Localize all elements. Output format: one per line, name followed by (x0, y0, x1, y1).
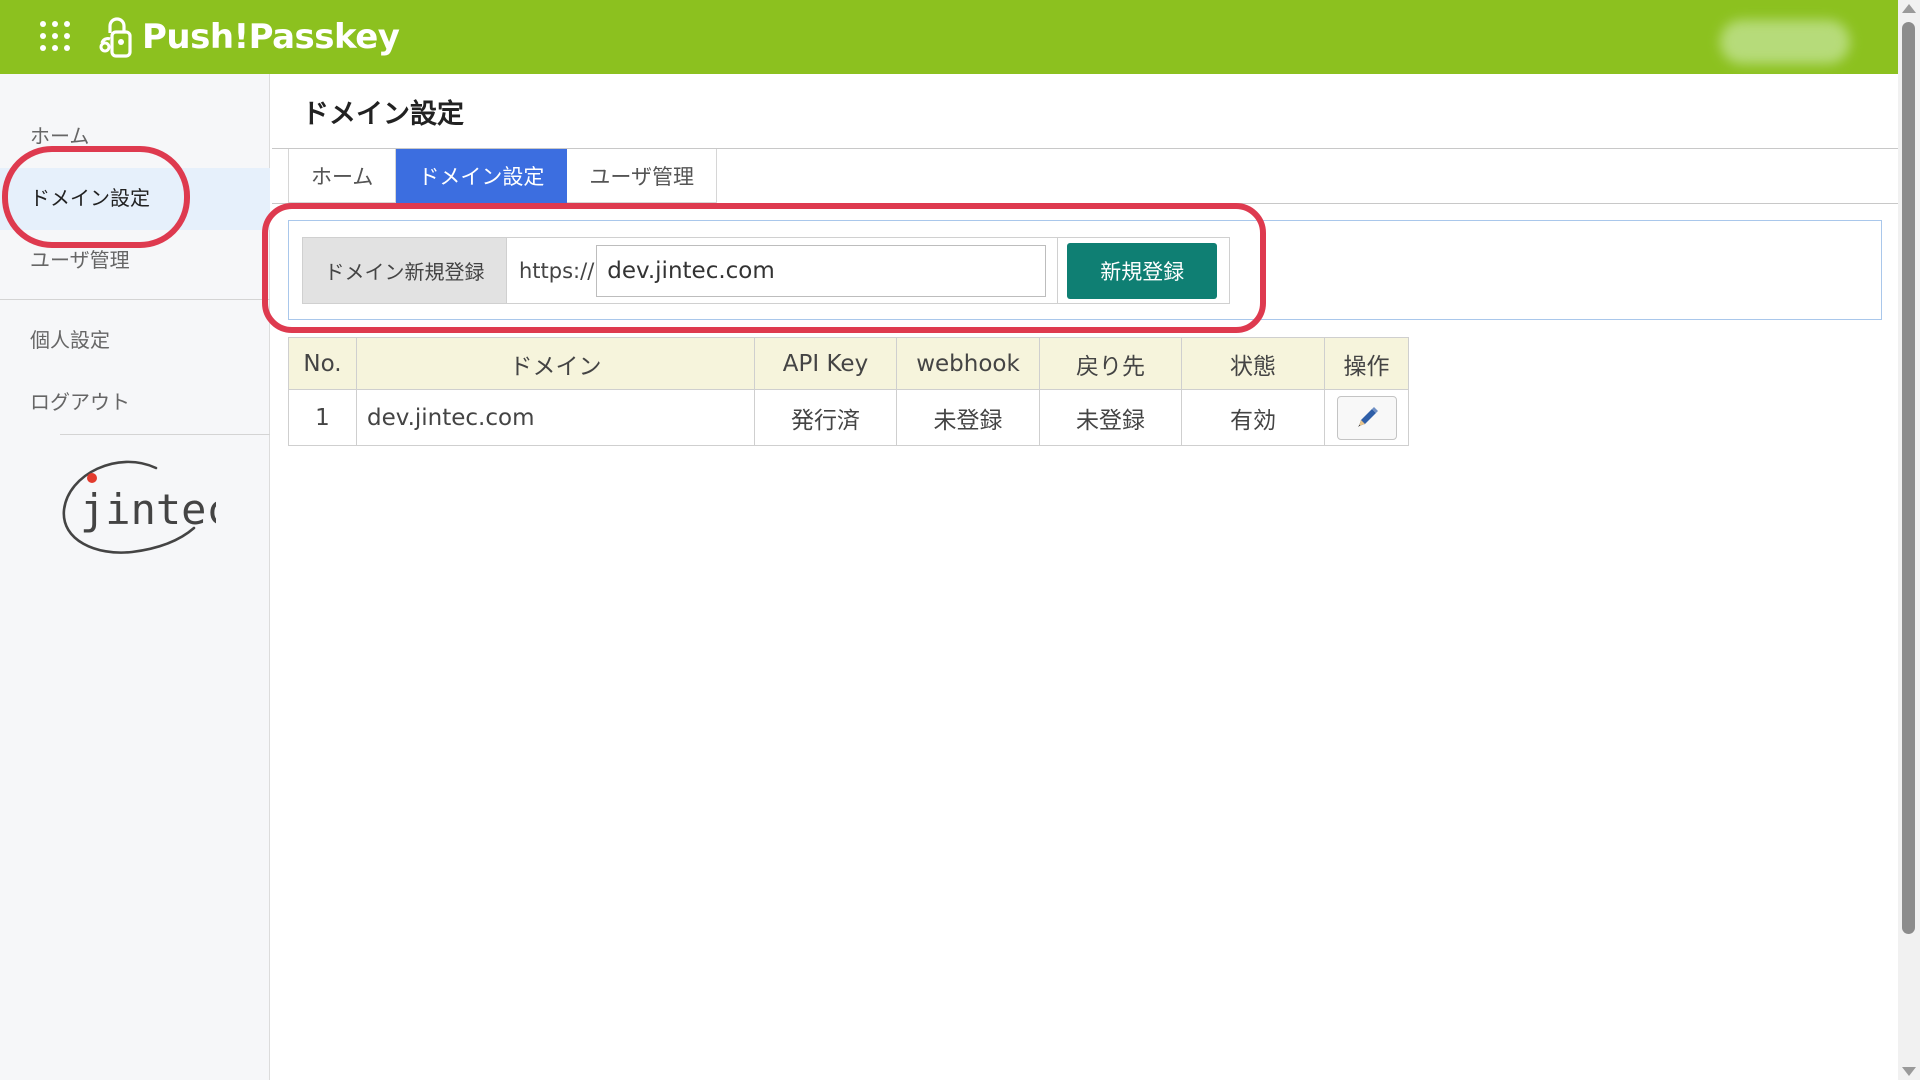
column-header-actions: 操作 (1324, 337, 1409, 390)
app-name: Push!Passkey (142, 17, 400, 57)
tab-home[interactable]: ホーム (288, 149, 397, 203)
table-header-row: No. ドメイン API Key webhook 戻り先 状態 操作 (288, 337, 1409, 390)
sidebar-item-home[interactable]: ホーム (30, 120, 89, 149)
column-header-domain: ドメイン (356, 337, 755, 390)
register-button[interactable]: 新規登録 (1067, 242, 1218, 299)
sidebar-divider (60, 434, 270, 435)
brand-logo[interactable]: Push!Passkey (96, 12, 400, 62)
cell-return-to: 未登録 (1039, 389, 1182, 446)
column-header-return-to: 戻り先 (1039, 337, 1182, 390)
scrollbar-thumb[interactable] (1902, 22, 1915, 934)
tab-bar: ホーム ドメイン設定 ユーザ管理 (288, 149, 717, 203)
top-header-bar: Push!Passkey (0, 0, 1898, 74)
domain-table: No. ドメイン API Key webhook 戻り先 状態 操作 1 dev… (288, 337, 1409, 446)
sidebar-item-domain-settings[interactable]: ドメイン設定 (30, 182, 150, 211)
url-scheme-prefix: https:// (519, 258, 595, 283)
sidebar-item-logout[interactable]: ログアウト (30, 386, 130, 415)
jintec-logo: jintec (62, 460, 216, 554)
sidebar-item-personal-settings[interactable]: 個人設定 (30, 324, 110, 353)
cell-api-key: 発行済 (754, 389, 897, 446)
sidebar-item-user-management[interactable]: ユーザ管理 (30, 244, 130, 273)
cell-status: 有効 (1181, 389, 1325, 446)
cell-actions (1324, 389, 1409, 446)
column-header-webhook: webhook (896, 337, 1040, 390)
sidebar: ホーム ドメイン設定 ユーザ管理 個人設定 ログアウト jintec (0, 74, 270, 1080)
edit-button[interactable] (1336, 395, 1397, 440)
form-separator (1057, 238, 1059, 303)
page-scrollbar[interactable] (1898, 0, 1920, 1080)
domain-input[interactable] (596, 244, 1047, 297)
table-row: 1 dev.jintec.com 発行済 未登録 未登録 有効 (288, 389, 1409, 446)
column-header-no: No. (288, 337, 357, 390)
app-grid-icon[interactable] (40, 21, 70, 51)
tab-domain-settings[interactable]: ドメイン設定 (396, 149, 568, 203)
scroll-up-arrow-icon[interactable] (1902, 4, 1916, 13)
tabs-divider (272, 203, 1898, 204)
lock-phone-logo-icon (99, 17, 132, 58)
sidebar-divider (0, 299, 270, 300)
pencil-icon (1357, 406, 1378, 427)
logo-wordmark: jintec (80, 485, 216, 534)
page-title: ドメイン設定 (302, 99, 464, 130)
user-avatar[interactable] (1720, 20, 1850, 64)
domain-register-label: ドメイン新規登録 (303, 238, 507, 303)
column-header-status: 状態 (1181, 337, 1325, 390)
cell-webhook: 未登録 (896, 389, 1040, 446)
tab-user-management[interactable]: ユーザ管理 (567, 149, 717, 203)
cell-no: 1 (288, 389, 357, 446)
column-header-api-key: API Key (754, 337, 897, 390)
cell-domain: dev.jintec.com (356, 389, 755, 446)
domain-register-form: ドメイン新規登録 https:// 新規登録 (302, 237, 1230, 304)
scroll-down-arrow-icon[interactable] (1902, 1067, 1916, 1076)
